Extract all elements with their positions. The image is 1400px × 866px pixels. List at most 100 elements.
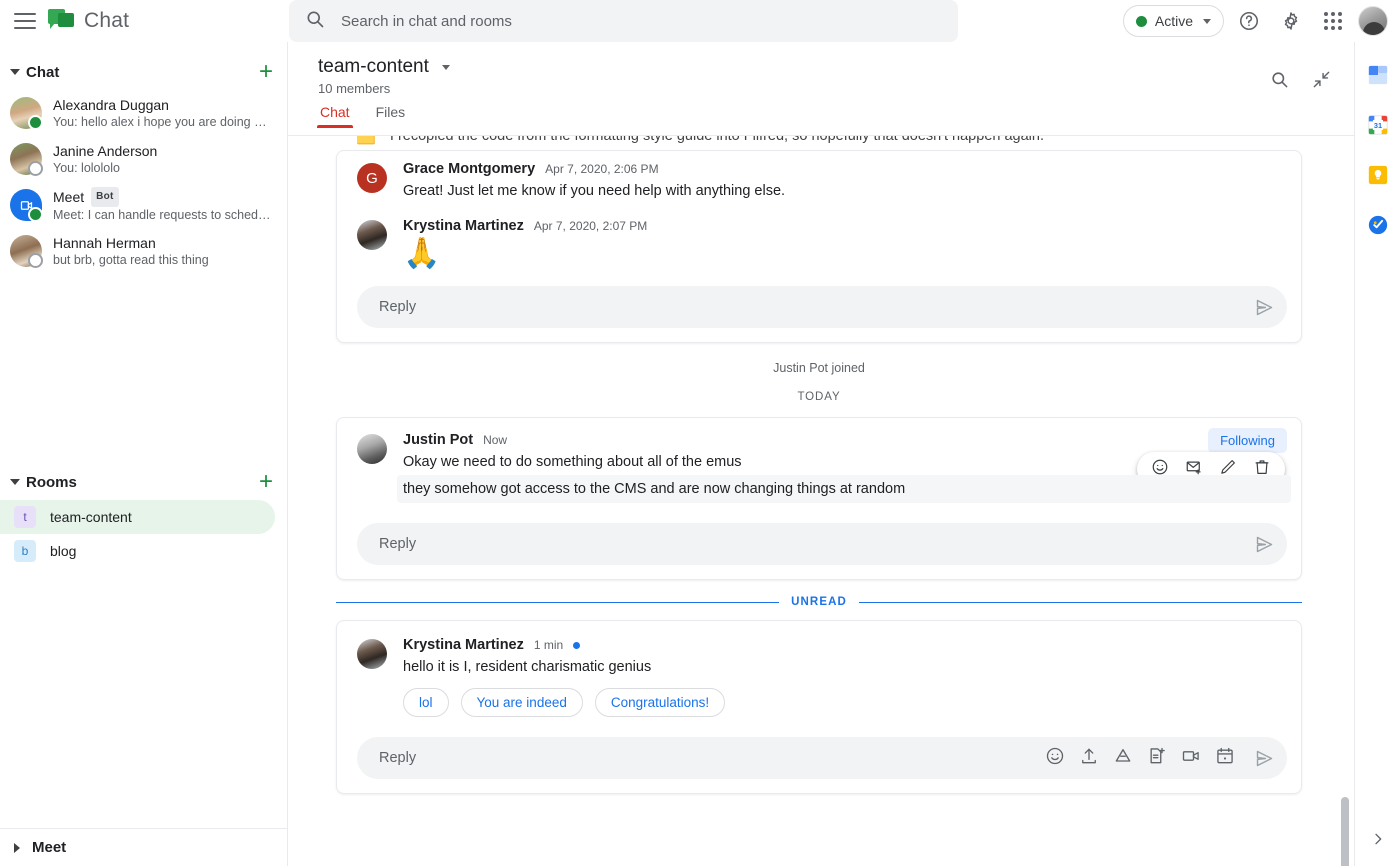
apps-grid-icon xyxy=(1324,12,1342,30)
room-list-item-team-content[interactable]: t team-content xyxy=(0,500,275,534)
bot-badge: Bot xyxy=(91,187,119,207)
chat-item-preview: Meet: I can handle requests to schedule,… xyxy=(53,208,271,222)
chat-list-item-alexandra-duggan[interactable]: Alexandra Duggan You: hello alex i hope … xyxy=(0,90,287,136)
avatar-initial: G xyxy=(366,169,378,187)
message-author: Grace Montgomery xyxy=(403,161,536,177)
new-chat-button[interactable]: + xyxy=(259,60,273,84)
avatar xyxy=(10,97,43,130)
presence-away-icon xyxy=(28,161,43,176)
chat-list-item-meet-bot[interactable]: Meet Bot Meet: I can handle requests to … xyxy=(0,182,287,228)
room-title-row[interactable]: team-content xyxy=(318,56,450,78)
google-calendar-icon[interactable]: 31 xyxy=(1367,114,1389,136)
clipped-message-text: I recopied the code from the formatting … xyxy=(389,136,1044,144)
video-camera-icon[interactable] xyxy=(1181,746,1201,771)
google-chat-app: Chat Active xyxy=(0,0,1400,866)
thread-two-reply-bar[interactable]: Reply xyxy=(357,523,1287,565)
search-box[interactable] xyxy=(289,0,958,42)
thread-card-two: Following Justin Pot Now Okay we need to… xyxy=(336,417,1302,580)
hamburger-icon[interactable] xyxy=(14,13,36,29)
chevron-down-icon[interactable] xyxy=(10,479,20,485)
presence-active-icon xyxy=(28,115,43,130)
google-keep-icon[interactable] xyxy=(1367,164,1389,186)
status-label: Active xyxy=(1154,13,1193,29)
top-bar: Chat Active xyxy=(0,0,1400,42)
smart-reply-chip-2[interactable]: You are indeed xyxy=(460,688,583,717)
room-avatar: b xyxy=(14,540,36,562)
main-panel: team-content 10 members Chat Files 🟨 I r… xyxy=(288,42,1354,866)
message-author: Krystina Martinez xyxy=(403,637,524,653)
chevron-right-icon xyxy=(14,842,20,853)
app-title: Chat xyxy=(84,9,130,32)
message-krystina-martinez-emoji: Krystina Martinez Apr 7, 2020, 2:07 PM 🙏 xyxy=(337,204,1301,274)
send-button[interactable] xyxy=(1249,529,1279,559)
thread-card-three: Krystina Martinez 1 min hello it is I, r… xyxy=(336,620,1302,794)
message-grace-montgomery: G Grace Montgomery Apr 7, 2020, 2:06 PM … xyxy=(337,151,1301,204)
avatar xyxy=(357,434,387,464)
presence-active-icon xyxy=(28,207,43,222)
send-button[interactable] xyxy=(1249,743,1279,773)
chat-item-name: Meet xyxy=(53,189,85,205)
left-sidebar: Chat + Alexandra Duggan You: hello alex … xyxy=(0,42,288,866)
message-text-line-1: Okay we need to do something about all o… xyxy=(403,454,742,470)
top-bar-actions: Active xyxy=(1122,4,1400,38)
chevron-down-icon[interactable] xyxy=(10,69,20,75)
room-search-button[interactable] xyxy=(1262,62,1296,96)
meet-section-header[interactable]: Meet xyxy=(0,828,287,866)
tab-files[interactable]: Files xyxy=(376,104,406,128)
message-stream[interactable]: 🟨 I recopied the code from the formattin… xyxy=(288,136,1354,866)
room-initial: b xyxy=(21,544,29,558)
composer-icons xyxy=(1045,746,1243,771)
search-icon xyxy=(1270,70,1289,89)
room-name: blog xyxy=(50,543,77,559)
upload-icon[interactable] xyxy=(1079,746,1099,771)
message-justin-pot: Justin Pot Now Okay we need to do someth… xyxy=(337,418,1301,505)
status-dot-icon xyxy=(1135,15,1147,27)
app-brand: Chat xyxy=(48,9,129,33)
apps-button[interactable] xyxy=(1316,4,1350,38)
message-timestamp: 1 min xyxy=(533,638,564,652)
new-document-icon[interactable] xyxy=(1147,746,1167,771)
right-rail: 31 xyxy=(1354,42,1400,866)
emoji-icon[interactable] xyxy=(1045,746,1065,771)
message-text: 🙏 xyxy=(403,237,441,270)
reply-placeholder: Reply xyxy=(379,299,417,315)
thread-one-reply-bar[interactable]: Reply xyxy=(357,286,1287,328)
room-list-item-blog[interactable]: b blog xyxy=(0,534,275,568)
rooms-section-header: Rooms + xyxy=(0,464,287,500)
collapse-button[interactable] xyxy=(1304,62,1338,96)
smart-reply-chip-1[interactable]: lol xyxy=(403,688,449,717)
rooms-section-title: Rooms xyxy=(26,473,77,491)
new-room-button[interactable]: + xyxy=(259,470,273,494)
unread-dot-icon xyxy=(573,641,581,649)
chat-item-name: Hannah Herman xyxy=(53,235,156,251)
message-text-line-2: they somehow got access to the CMS and a… xyxy=(397,475,1291,503)
expand-rail-button[interactable] xyxy=(1355,831,1400,852)
system-join-message: Justin Pot joined xyxy=(773,361,865,375)
tab-chat[interactable]: Chat xyxy=(317,104,353,128)
reply-placeholder: Reply xyxy=(379,536,417,552)
status-button[interactable]: Active xyxy=(1122,5,1224,37)
chat-item-name: Janine Anderson xyxy=(53,143,158,159)
send-button[interactable] xyxy=(1249,292,1279,322)
avatar: G xyxy=(357,163,387,193)
account-avatar[interactable] xyxy=(1358,6,1388,36)
avatar xyxy=(10,235,43,268)
chevron-down-icon[interactable] xyxy=(441,64,450,70)
settings-button[interactable] xyxy=(1274,4,1308,38)
help-button[interactable] xyxy=(1232,4,1266,38)
scrollbar-thumb[interactable] xyxy=(1341,797,1349,866)
calendar-icon[interactable] xyxy=(1215,746,1235,771)
chevron-down-icon xyxy=(1203,18,1211,24)
chat-list-item-hannah-herman[interactable]: Hannah Herman but brb, gotta read this t… xyxy=(0,228,287,274)
google-chat-rail-icon[interactable] xyxy=(1367,64,1389,86)
chat-list-item-janine-anderson[interactable]: Janine Anderson You: lolololo xyxy=(0,136,287,182)
google-tasks-icon[interactable] xyxy=(1367,214,1389,236)
search-input[interactable] xyxy=(341,12,942,30)
chat-logo-icon xyxy=(48,9,74,33)
room-initial: t xyxy=(23,510,27,524)
smart-reply-chip-3[interactable]: Congratulations! xyxy=(594,688,726,717)
avatar xyxy=(357,639,387,669)
google-drive-icon[interactable] xyxy=(1113,746,1133,771)
stream-scrollbar[interactable] xyxy=(1341,136,1349,866)
thread-three-reply-bar[interactable]: Reply xyxy=(357,737,1287,779)
